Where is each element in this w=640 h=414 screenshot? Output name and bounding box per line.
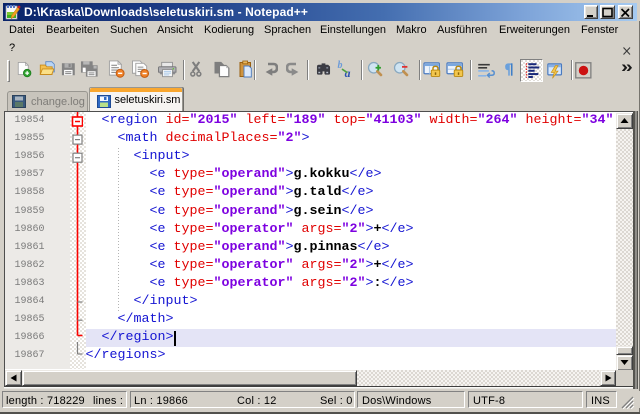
svg-text:a: a: [345, 67, 351, 79]
